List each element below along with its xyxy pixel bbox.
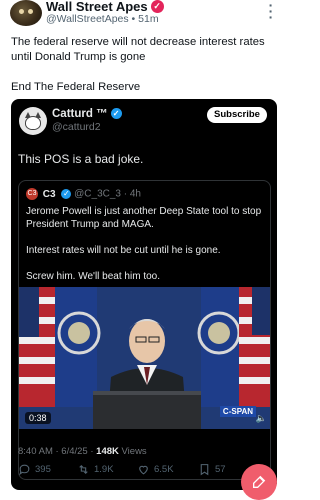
compose-button[interactable] bbox=[241, 464, 277, 500]
post-timestamp[interactable]: 8:40 AM · 6/4/25 · bbox=[18, 446, 96, 457]
reply-icon bbox=[19, 464, 30, 476]
post-header: Wall Street Apes ✓ @WallStreetApes • 51m … bbox=[8, 0, 280, 28]
quote-text: Jerome Powell is just another Deep State… bbox=[26, 205, 266, 296]
verified-badge-icon: ✓ bbox=[150, 0, 164, 13]
post-text-line: The federal reserve will not decrease in… bbox=[11, 36, 265, 63]
quote-author-name[interactable]: C3 bbox=[43, 189, 56, 200]
quote-paragraph: Jerome Powell is just another Deep State… bbox=[26, 206, 262, 230]
post-text-line: End The Federal Reserve bbox=[11, 81, 141, 93]
verified-icon: ✓ bbox=[61, 189, 72, 199]
quote-avatar[interactable]: C3 bbox=[26, 188, 38, 200]
repost-button[interactable]: 1.9K bbox=[77, 463, 114, 476]
video-duration: 0:38 bbox=[25, 412, 51, 424]
embed-author-name[interactable]: Catturd ™ bbox=[52, 108, 108, 120]
quote-header: C3 C3 ✓ @C_3C_3 · 4h bbox=[26, 188, 141, 200]
reply-button[interactable]: 395 bbox=[18, 463, 51, 476]
views-label: Views bbox=[118, 446, 147, 457]
heart-icon bbox=[139, 465, 148, 475]
author-name[interactable]: Wall Street Apes bbox=[46, 0, 148, 14]
embed-author-name-row[interactable]: Catturd ™ ✓ bbox=[52, 108, 122, 120]
bookmark-icon bbox=[200, 464, 209, 476]
quoted-post[interactable]: C3 C3 ✓ @C_3C_3 · 4h Jerome Powell is ju… bbox=[18, 180, 271, 480]
verified-icon: ✓ bbox=[110, 108, 122, 119]
bookmark-button[interactable]: 57 bbox=[198, 463, 226, 476]
repost-count: 1.9K bbox=[94, 464, 114, 475]
embedded-post[interactable]: Catturd ™ ✓ @catturd2 Subscribe This POS … bbox=[11, 99, 277, 490]
flag-left bbox=[19, 287, 55, 407]
like-button[interactable]: 6.5K bbox=[137, 463, 174, 476]
repost-icon bbox=[79, 464, 88, 475]
reply-count: 395 bbox=[35, 464, 51, 475]
quote-handle-time: @C_3C_3 · 4h bbox=[74, 188, 141, 200]
cspan-logo: C-SPAN bbox=[219, 406, 256, 417]
volume-icon[interactable]: 🔈 bbox=[256, 413, 267, 424]
embed-avatar[interactable] bbox=[19, 107, 47, 135]
author-name-row[interactable]: Wall Street Apes ✓ bbox=[46, 0, 164, 13]
video-player[interactable]: 0:38 C-SPAN 🔈 bbox=[19, 287, 270, 429]
author-avatar[interactable] bbox=[10, 0, 42, 26]
quote-paragraph: Screw him. We'll beat him too. bbox=[26, 271, 160, 282]
quote-paragraph: Interest rates will not be cut until he … bbox=[26, 245, 221, 256]
more-options-icon[interactable]: · · · bbox=[266, 0, 276, 24]
compose-icon bbox=[253, 475, 266, 488]
views-count: 148K bbox=[96, 446, 119, 457]
embed-text: This POS is a bad joke. bbox=[18, 152, 144, 166]
subscribe-button[interactable]: Subscribe bbox=[207, 107, 267, 123]
bookmark-count: 57 bbox=[215, 464, 226, 475]
embed-handle: @catturd2 bbox=[52, 121, 101, 133]
post-meta: 8:40 AM · 6/4/25 · 148K Views bbox=[18, 446, 147, 457]
like-count: 6.5K bbox=[154, 464, 174, 475]
author-meta: @WallStreetApes • 51m bbox=[46, 13, 159, 25]
